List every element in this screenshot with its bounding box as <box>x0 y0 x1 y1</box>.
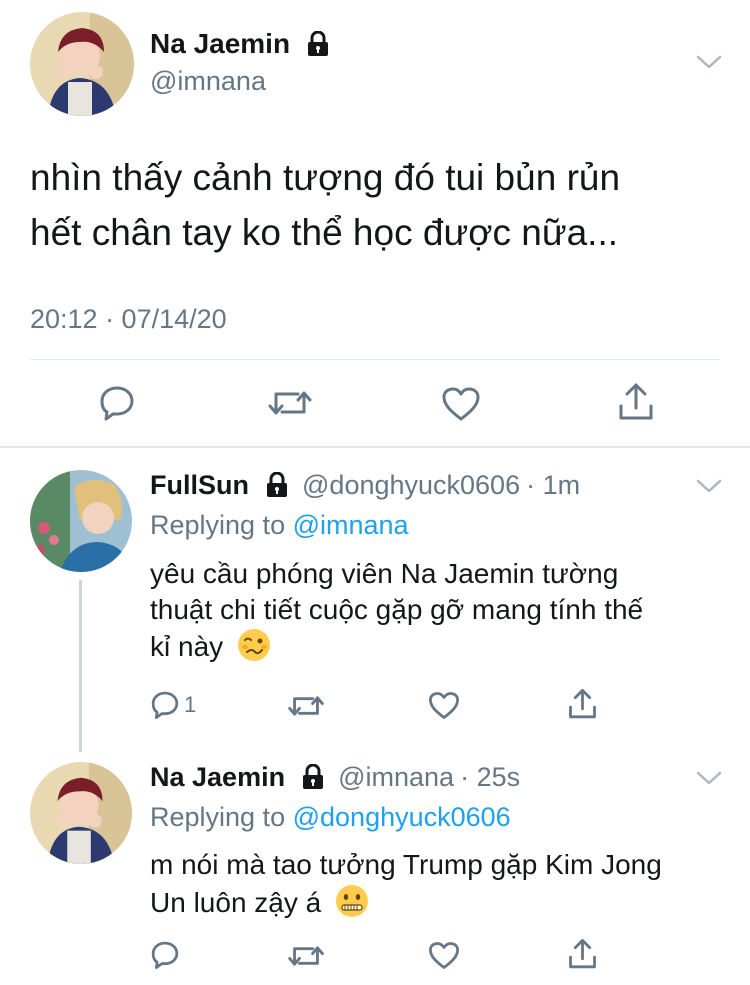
woozy-face-emoji-icon <box>237 629 270 661</box>
tweet-text: m nói mà tao tưởng Trump gặp Kim Jong Un… <box>150 846 662 922</box>
handle[interactable]: @imnana <box>150 66 266 97</box>
reply-icon <box>151 691 179 720</box>
replying-label: Replying to <box>150 510 286 540</box>
like-icon[interactable] <box>428 941 460 970</box>
share-icon[interactable] <box>568 688 597 720</box>
zipper-mouth-face-emoji-icon <box>336 885 368 917</box>
avatar[interactable] <box>30 470 132 572</box>
section-divider <box>0 446 750 448</box>
retweet-icon[interactable] <box>268 386 312 420</box>
tweet-text-line: thuật chi tiết cuộc gặp gỡ mang tính thế <box>150 594 644 625</box>
lock-icon <box>307 31 328 56</box>
tweet-text-line: Un luôn zậy á <box>150 887 322 918</box>
retweet-icon[interactable] <box>288 692 324 720</box>
tweet-text-line: yêu cầu phóng viên Na Jaemin tường <box>150 558 619 589</box>
display-name[interactable]: Na Jaemin <box>150 762 285 792</box>
thread-line <box>79 580 82 752</box>
display-name[interactable]: FullSun <box>150 470 249 500</box>
reply-icon[interactable] <box>150 940 180 970</box>
share-icon[interactable] <box>568 938 597 970</box>
chevron-down-icon[interactable] <box>696 770 722 786</box>
tweet-text: yêu cầu phóng viên Na Jaemin tường thuật… <box>150 556 643 665</box>
like-icon[interactable] <box>428 691 460 720</box>
tweet-text-line: m nói mà tao tưởng Trump gặp Kim Jong <box>150 849 662 880</box>
reply-icon[interactable] <box>98 384 136 422</box>
reply-count: 1 <box>184 692 197 717</box>
post-time[interactable]: · 25s <box>460 762 520 792</box>
chevron-down-icon[interactable] <box>696 54 722 70</box>
handle[interactable]: @donghyuck0606 <box>302 470 520 500</box>
reply-button[interactable]: 1 <box>150 690 196 720</box>
tweet-text-line: kỉ này <box>150 631 224 662</box>
tweet-text: nhìn thấy cảnh tượng đó tui bủn rủn hết … <box>30 150 620 260</box>
lock-icon <box>302 764 323 789</box>
avatar[interactable] <box>30 762 132 864</box>
display-name[interactable]: Na Jaemin <box>150 28 290 59</box>
replying-label: Replying to <box>150 802 286 832</box>
share-icon[interactable] <box>618 382 654 422</box>
retweet-icon[interactable] <box>288 942 324 970</box>
tweet-text-line: nhìn thấy cảnh tượng đó tui bủn rủn <box>30 157 621 198</box>
timestamp[interactable]: 20:12 · 07/14/20 <box>30 304 227 335</box>
divider <box>30 359 720 360</box>
replying-to-link[interactable]: @donghyuck0606 <box>293 802 511 832</box>
post-time[interactable]: · 1m <box>526 470 580 500</box>
avatar[interactable] <box>30 12 134 116</box>
chevron-down-icon[interactable] <box>696 478 722 494</box>
tweet-text-line: hết chân tay ko thể học được nữa... <box>30 212 619 253</box>
like-icon[interactable] <box>441 386 481 422</box>
lock-icon <box>266 472 287 497</box>
handle[interactable]: @imnana <box>338 762 454 792</box>
replying-to-link[interactable]: @imnana <box>293 510 409 540</box>
